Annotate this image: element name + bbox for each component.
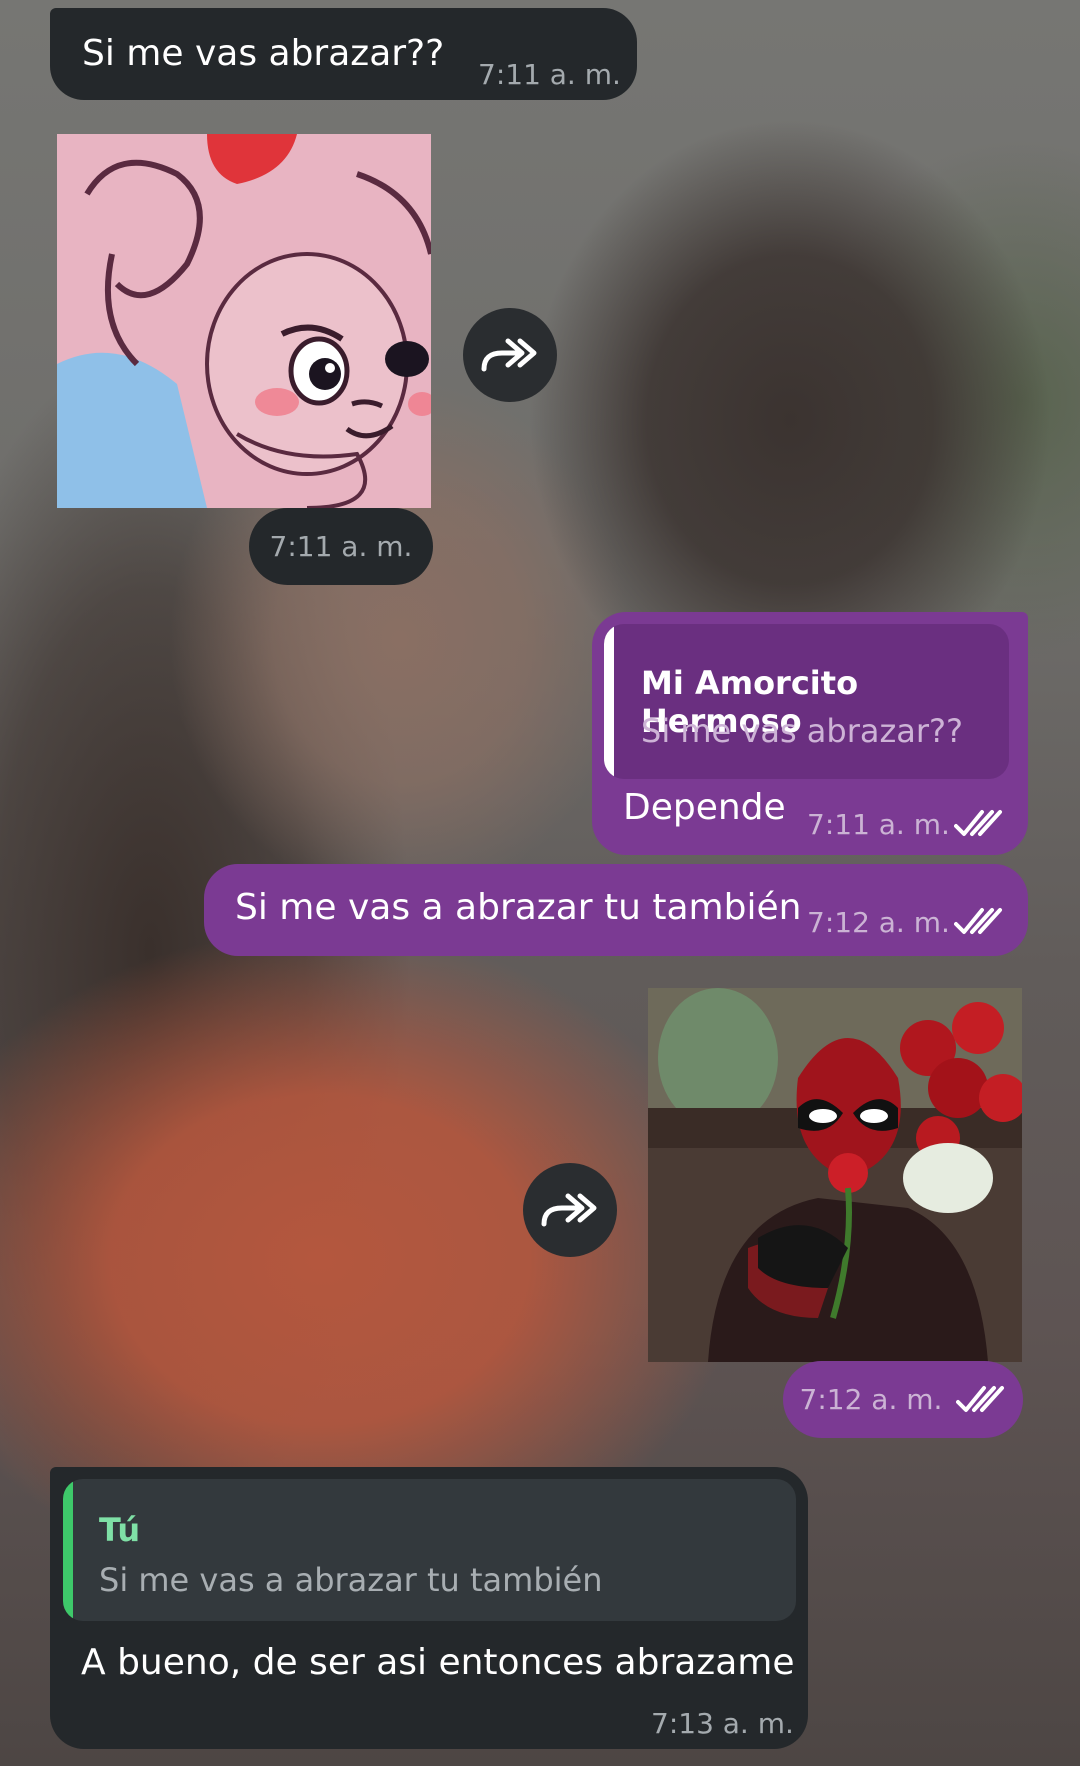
mouse-sticker-art — [57, 134, 431, 508]
reply-bar — [604, 624, 614, 779]
double-check-icon — [954, 908, 1002, 934]
message-text: A bueno, de ser asi entonces abrazame — [81, 1642, 795, 1683]
share-button[interactable] — [463, 308, 557, 402]
message-time: 7:12 a. m. — [807, 906, 950, 939]
message-incoming-reply[interactable]: Tú Si me vas a abrazar tu también A buen… — [50, 1467, 808, 1749]
message-text: Si me vas a abrazar tu también — [235, 887, 802, 928]
reply-bar — [63, 1479, 73, 1621]
double-check-icon — [956, 1385, 1005, 1412]
deadpool-sticker-art — [648, 988, 1022, 1362]
message-outgoing-reply[interactable]: Mi Amorcito Hermoso Si me vas abrazar?? … — [592, 612, 1028, 855]
reply-author: Tú — [99, 1511, 141, 1549]
reply-text: Si me vas a abrazar tu también — [99, 1561, 603, 1599]
share-button[interactable] — [523, 1163, 617, 1257]
message-time: 7:12 a. m. — [799, 1383, 943, 1416]
message-text: Depende — [623, 787, 786, 828]
message-outgoing-2[interactable]: Si me vas a abrazar tu también 7:12 a. m… — [204, 864, 1028, 956]
message-incoming-1[interactable]: Si me vas abrazar?? 7:11 a. m. — [50, 8, 637, 100]
share-forward-icon — [481, 338, 537, 372]
message-text: Si me vas abrazar?? — [82, 33, 445, 74]
sticker-time-pill: 7:12 a. m. — [783, 1361, 1023, 1438]
double-check-icon — [954, 810, 1002, 836]
reply-text: Si me vas abrazar?? — [641, 712, 964, 750]
deadpool-rose-sticker[interactable] — [648, 988, 1022, 1362]
pink-mouse-sticker[interactable] — [57, 134, 431, 508]
message-time: 7:11 a. m. — [478, 58, 621, 91]
reply-quote[interactable]: Tú Si me vas a abrazar tu también — [63, 1479, 796, 1621]
message-time: 7:11 a. m. — [269, 530, 413, 563]
message-time: 7:13 a. m. — [651, 1707, 794, 1740]
reply-quote[interactable]: Mi Amorcito Hermoso Si me vas abrazar?? — [604, 624, 1009, 779]
message-time: 7:11 a. m. — [807, 808, 950, 841]
share-forward-icon — [541, 1193, 597, 1227]
sticker-time-pill: 7:11 a. m. — [249, 508, 433, 585]
